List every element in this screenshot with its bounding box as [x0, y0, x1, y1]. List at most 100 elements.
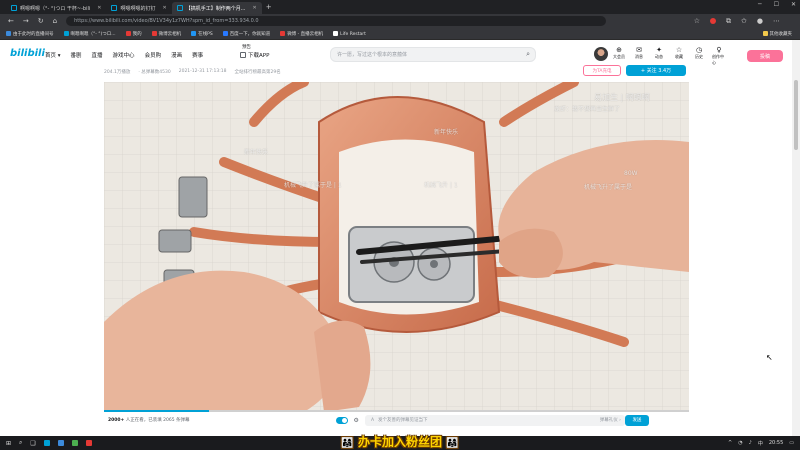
favorites-button[interactable]: ☆ 收藏	[672, 46, 686, 66]
nav-item-home[interactable]: 首页 ▾	[45, 51, 61, 59]
danmaku-settings-icon[interactable]: ⚙	[354, 417, 359, 424]
video-meta: 204.1万播放 · 总弹幕数4530 2021-12-31 17:13:18 …	[104, 69, 281, 75]
avatar[interactable]	[594, 47, 608, 61]
download-app-link[interactable]: 下载APP	[240, 51, 269, 59]
bookmark-item[interactable]: 在线PS	[191, 30, 213, 37]
bookmark-item[interactable]: 我的	[125, 30, 142, 37]
star-icon: ☆	[675, 46, 683, 54]
record-icon[interactable]	[710, 18, 717, 24]
profile-icon[interactable]: ●	[757, 17, 763, 25]
tab-title: 啊嗯啊嗯（°- °)つロ 干杯~-bili	[20, 5, 91, 12]
stream-caption: 👨‍👩‍👧 办卡加入粉丝团 👨‍👩‍👧	[0, 433, 800, 450]
danmaku-input[interactable]: A 发个友善的弹幕见证当下 弹幕礼仪 ›	[364, 414, 625, 426]
upload-button[interactable]: 投稿	[747, 50, 783, 62]
nav-item-live[interactable]: 直播	[92, 51, 103, 59]
reload-icon[interactable]: ↻	[38, 17, 44, 25]
scrollbar-thumb[interactable]	[794, 80, 798, 150]
bookmark-icon	[125, 30, 131, 36]
bookmark-item[interactable]: Life Restart	[333, 30, 366, 37]
danmaku-count: · 总弹幕数4530	[138, 70, 171, 75]
video-frame	[104, 82, 689, 412]
message-icon: ✉	[636, 46, 642, 54]
extensions-icon[interactable]: ⧉	[726, 17, 731, 26]
caption-text: 办卡加入粉丝团	[357, 435, 442, 449]
bookmark-item[interactable]: 百度一下，你就知道	[222, 30, 270, 37]
window-controls: ─ ☐ ✕	[758, 1, 796, 8]
browser-tab-2[interactable]: 啊嗯啊嗯的钉钉 ✕	[106, 2, 171, 14]
bookmarks-bar: 由于此时的直播间号 啊嗯啊嗯（°- °)つロ... 我的 微博云相机 在线PS …	[0, 28, 800, 40]
danmaku-text: 机械飞升 | 1	[424, 182, 458, 189]
bookmark-label: 我的	[132, 31, 142, 37]
new-tab-icon[interactable]: +	[266, 3, 272, 11]
favorites-icon[interactable]: ✩	[741, 17, 747, 25]
messages-button[interactable]: ✉ 消息	[632, 46, 646, 66]
font-style-icon[interactable]: A	[371, 418, 374, 423]
history-label: 历史	[695, 54, 703, 59]
danmaku-toggle[interactable]	[335, 416, 348, 424]
menu-icon[interactable]: ⋯	[773, 17, 780, 25]
bookmark-label: 在线PS	[198, 31, 213, 37]
bilibili-favicon-icon	[176, 5, 183, 11]
bookmark-item[interactable]: 微博云相机	[151, 30, 182, 37]
maximize-icon[interactable]: ☐	[774, 1, 779, 8]
toolbar-icons: ☆ ⧉ ✩ ● ⋯	[694, 17, 800, 26]
close-tab-icon[interactable]: ✕	[163, 5, 167, 11]
bookmark-item[interactable]: 由于此时的直播间号	[6, 30, 54, 37]
browser-tab-strip: 啊嗯啊嗯（°- °)つロ 干杯~-bili ✕ 啊嗯啊嗯的钉钉 ✕ 【搞机手工】制作…	[0, 0, 800, 14]
bookmark-icon	[280, 30, 286, 36]
tab-title: 【搞机手工】制作两个月...	[185, 5, 246, 12]
bookmark-icon	[333, 30, 339, 36]
follow-button[interactable]: + 关注 3.4万	[626, 65, 686, 76]
nav-item-manga[interactable]: 漫画	[171, 51, 182, 59]
bookmark-item[interactable]: 啊嗯啊嗯（°- °)つロ...	[63, 30, 116, 37]
header-icons: ⊕ 大会员 ✉ 消息 ✦ 动态 ☆ 收藏 ◷ 历史 ♀ 创作中心	[612, 46, 726, 66]
forward-icon[interactable]: →	[23, 17, 29, 25]
bookmark-icon	[222, 30, 228, 36]
other-bookmarks[interactable]: 其他收藏夹	[762, 30, 800, 37]
folder-icon	[762, 30, 768, 36]
nav-badge[interactable]: 预告	[242, 44, 251, 50]
nav-item-mall[interactable]: 会员购	[145, 51, 162, 59]
bookmark-icon	[191, 30, 197, 36]
back-icon[interactable]: ←	[8, 17, 14, 25]
video-player[interactable]: 易加生 | 啊嗯啊 新年快乐 新年快乐 机械飞升 | 1 机械飞升了属于是 80…	[104, 82, 689, 412]
browser-tab-3[interactable]: 【搞机手工】制作两个月... ✕	[171, 2, 262, 14]
danmaku-etiquette-link[interactable]: 弹幕礼仪 ›	[600, 417, 621, 423]
url-input[interactable]: https://www.bilibili.com/video/BV1V34y1z…	[66, 16, 607, 26]
bookmark-item[interactable]: 微博 - 直播云相机	[280, 30, 323, 37]
bilibili-page: bilibili 首页 ▾ 番剧 直播 游戏中心 会员购 漫画 赛事 预告 下载…	[0, 40, 800, 436]
search-input[interactable]: 许一愿，写过这个根本的意蕴体 ⌕	[330, 47, 536, 62]
dynamics-button[interactable]: ✦ 动态	[652, 46, 666, 66]
danmaku-text: 机械飞升了属于是 | 1	[284, 182, 342, 189]
dynamics-icon: ✦	[656, 46, 662, 54]
history-button[interactable]: ◷ 历史	[692, 46, 706, 66]
danmaku-bar: 2000+ 人正在看，已装填 2065 条弹幕 ⚙ A 发个友善的弹幕见证当下 …	[104, 412, 689, 428]
star-icon[interactable]: ☆	[694, 17, 700, 25]
search-icon[interactable]: ⌕	[526, 50, 530, 59]
download-icon	[240, 52, 246, 58]
bulb-icon: ♀	[716, 46, 722, 54]
favorites-label: 收藏	[675, 54, 683, 59]
bookmark-icon	[6, 30, 11, 36]
browser-tab-1[interactable]: 啊嗯啊嗯（°- °)つロ 干杯~-bili ✕	[6, 2, 106, 14]
charge-button[interactable]: 为TA充电	[583, 65, 621, 76]
send-danmaku-button[interactable]: 发送	[624, 414, 649, 426]
page-scrollbar[interactable]	[792, 40, 800, 436]
bookmark-label: 啊嗯啊嗯（°- °)つロ...	[70, 31, 116, 37]
nav-item-anime[interactable]: 番剧	[71, 51, 82, 59]
rank-info[interactable]: 全站排行榜最高第29名	[235, 69, 281, 75]
bilibili-logo[interactable]: bilibili	[10, 48, 45, 59]
close-tab-icon[interactable]: ✕	[97, 5, 101, 11]
close-window-icon[interactable]: ✕	[791, 1, 796, 8]
creator-center-button[interactable]: ♀ 创作中心	[712, 46, 726, 66]
bookmark-label: 微博云相机	[158, 31, 182, 37]
nav-item-game[interactable]: 游戏中心	[113, 51, 135, 59]
nav-item-esports[interactable]: 赛事	[192, 51, 203, 59]
close-tab-icon[interactable]: ✕	[252, 5, 256, 11]
main-nav: 首页 ▾ 番剧 直播 游戏中心 会员购 漫画 赛事	[45, 51, 203, 59]
search-placeholder: 许一愿，写过这个根本的意蕴体	[337, 52, 408, 58]
vip-button[interactable]: ⊕ 大会员	[612, 46, 626, 66]
minimize-icon[interactable]: ─	[758, 1, 762, 8]
tab-title: 啊嗯啊嗯的钉钉	[120, 5, 156, 12]
home-icon[interactable]: ⌂	[53, 17, 57, 25]
